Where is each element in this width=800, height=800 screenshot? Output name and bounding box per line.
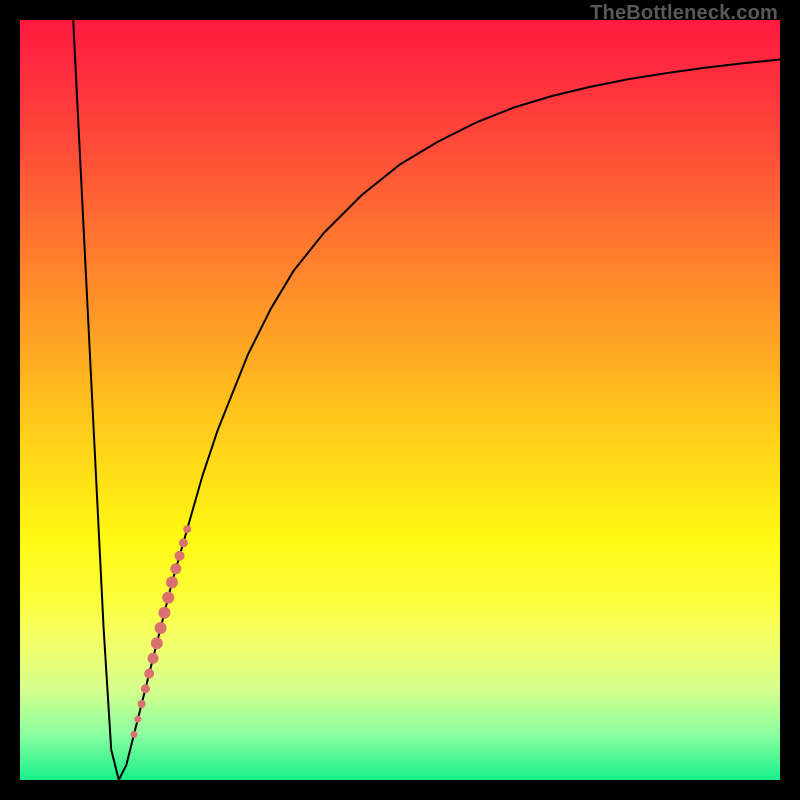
marker-dot [170, 563, 181, 574]
watermark-text: TheBottleneck.com [590, 2, 778, 25]
marker-dot [134, 716, 141, 723]
highlight-markers [131, 525, 192, 738]
chart-svg [20, 20, 780, 780]
marker-dot [155, 622, 167, 634]
plot-area [20, 20, 780, 780]
bottleneck-curve [73, 20, 780, 780]
marker-dot [179, 538, 188, 547]
marker-dot [183, 525, 191, 533]
marker-dot [148, 653, 159, 664]
marker-dot [151, 637, 163, 649]
marker-dot [141, 684, 150, 693]
chart-frame: TheBottleneck.com [0, 0, 800, 800]
marker-dot [158, 607, 170, 619]
marker-dot [144, 669, 154, 679]
marker-dot [175, 551, 185, 561]
marker-dot [138, 700, 146, 708]
marker-dot [131, 731, 138, 738]
marker-dot [162, 592, 174, 604]
marker-dot [166, 576, 178, 588]
